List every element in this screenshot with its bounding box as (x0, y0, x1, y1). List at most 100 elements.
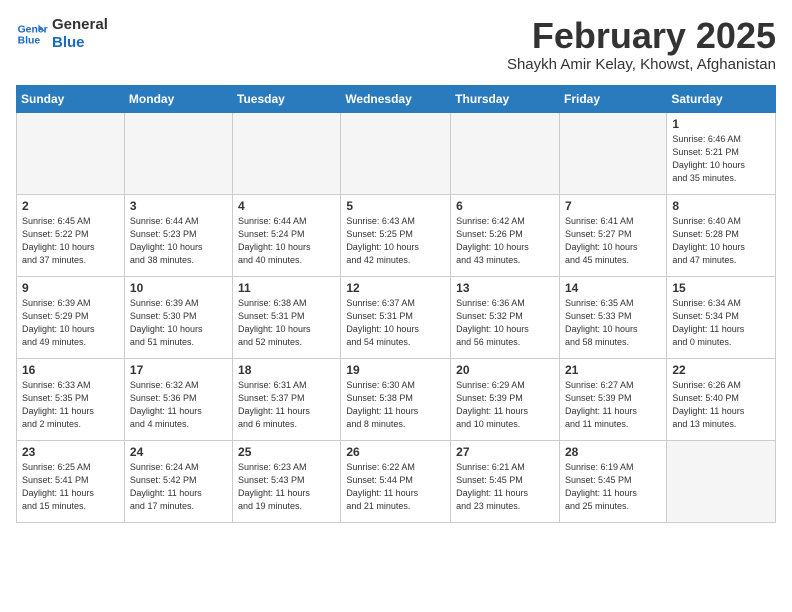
calendar-cell: 23 Sunrise: 6:25 AM Sunset: 5:41 PM Dayli… (17, 440, 125, 522)
calendar-cell: 5 Sunrise: 6:43 AM Sunset: 5:25 PM Daylig… (341, 194, 451, 276)
day-info: Sunrise: 6:35 AM Sunset: 5:33 PM Dayligh… (565, 297, 661, 349)
calendar-cell: 16Sunrise: 6:33 AM Sunset: 5:35 PM Dayli… (17, 358, 125, 440)
calendar-cell: 7Sunrise: 6:41 AM Sunset: 5:27 PM Daylig… (559, 194, 666, 276)
day-number: 17 (130, 363, 227, 377)
day-info: Sunrise: 6:45 AM Sunset: 5:22 PM Dayligh… (22, 215, 119, 267)
day-info: Sunrise: 6:21 AM Sunset: 5:45 PM Dayligh… (456, 461, 554, 513)
day-info: Sunrise: 6:23 AM Sunset: 5:43 PM Dayligh… (238, 461, 335, 513)
day-number: 11 (238, 281, 335, 295)
calendar: SundayMondayTuesdayWednesdayThursdayFrid… (16, 85, 776, 523)
calendar-cell: 1 Sunrise: 6:46 AM Sunset: 5:21 PM Daylig… (667, 112, 776, 194)
day-info: Sunrise: 6:27 AM Sunset: 5:39 PM Dayligh… (565, 379, 661, 431)
calendar-cell: 28 Sunrise: 6:19 AM Sunset: 5:45 PM Dayli… (559, 440, 666, 522)
calendar-cell: 11 Sunrise: 6:38 AM Sunset: 5:31 PM Dayli… (233, 276, 341, 358)
day-info: Sunrise: 6:30 AM Sunset: 5:38 PM Dayligh… (346, 379, 445, 431)
day-info: Sunrise: 6:42 AM Sunset: 5:26 PM Dayligh… (456, 215, 554, 267)
day-number: 24 (130, 445, 227, 459)
calendar-cell: 26 Sunrise: 6:22 AM Sunset: 5:44 PM Dayli… (341, 440, 451, 522)
day-info: Sunrise: 6:44 AM Sunset: 5:24 PM Dayligh… (238, 215, 335, 267)
week-row: 9 Sunrise: 6:39 AM Sunset: 5:29 PM Daylig… (17, 276, 776, 358)
calendar-cell: 12 Sunrise: 6:37 AM Sunset: 5:31 PM Dayli… (341, 276, 451, 358)
day-info: Sunrise: 6:36 AM Sunset: 5:32 PM Dayligh… (456, 297, 554, 349)
day-info: Sunrise: 6:37 AM Sunset: 5:31 PM Dayligh… (346, 297, 445, 349)
day-info: Sunrise: 6:25 AM Sunset: 5:41 PM Dayligh… (22, 461, 119, 513)
day-number: 9 (22, 281, 119, 295)
day-number: 4 (238, 199, 335, 213)
weekday-header-row: SundayMondayTuesdayWednesdayThursdayFrid… (17, 85, 776, 112)
month-title: February 2025 (507, 16, 776, 56)
day-number: 13 (456, 281, 554, 295)
weekday-header: Thursday (451, 85, 560, 112)
day-info: Sunrise: 6:34 AM Sunset: 5:34 PM Dayligh… (672, 297, 770, 349)
day-number: 27 (456, 445, 554, 459)
day-number: 21 (565, 363, 661, 377)
day-info: Sunrise: 6:38 AM Sunset: 5:31 PM Dayligh… (238, 297, 335, 349)
calendar-cell: 8Sunrise: 6:40 AM Sunset: 5:28 PM Daylig… (667, 194, 776, 276)
day-info: Sunrise: 6:32 AM Sunset: 5:36 PM Dayligh… (130, 379, 227, 431)
day-info: Sunrise: 6:43 AM Sunset: 5:25 PM Dayligh… (346, 215, 445, 267)
weekday-header: Wednesday (341, 85, 451, 112)
day-number: 12 (346, 281, 445, 295)
day-number: 19 (346, 363, 445, 377)
day-number: 10 (130, 281, 227, 295)
day-info: Sunrise: 6:44 AM Sunset: 5:23 PM Dayligh… (130, 215, 227, 267)
calendar-cell (667, 440, 776, 522)
weekday-header: Friday (559, 85, 666, 112)
day-number: 15 (672, 281, 770, 295)
day-info: Sunrise: 6:24 AM Sunset: 5:42 PM Dayligh… (130, 461, 227, 513)
day-number: 20 (456, 363, 554, 377)
calendar-cell: 10 Sunrise: 6:39 AM Sunset: 5:30 PM Dayli… (124, 276, 232, 358)
day-info: Sunrise: 6:22 AM Sunset: 5:44 PM Dayligh… (346, 461, 445, 513)
day-number: 6 (456, 199, 554, 213)
day-number: 1 (672, 117, 770, 131)
header: General Blue General Blue February 2025 … (16, 16, 776, 73)
day-number: 25 (238, 445, 335, 459)
day-number: 28 (565, 445, 661, 459)
day-number: 5 (346, 199, 445, 213)
calendar-cell: 3 Sunrise: 6:44 AM Sunset: 5:23 PM Daylig… (124, 194, 232, 276)
weekday-header: Monday (124, 85, 232, 112)
day-number: 3 (130, 199, 227, 213)
calendar-cell: 24 Sunrise: 6:24 AM Sunset: 5:42 PM Dayli… (124, 440, 232, 522)
day-number: 26 (346, 445, 445, 459)
calendar-cell: 25 Sunrise: 6:23 AM Sunset: 5:43 PM Dayli… (233, 440, 341, 522)
calendar-cell (233, 112, 341, 194)
calendar-cell: 18Sunrise: 6:31 AM Sunset: 5:37 PM Dayli… (233, 358, 341, 440)
calendar-cell: 20 Sunrise: 6:29 AM Sunset: 5:39 PM Dayli… (451, 358, 560, 440)
calendar-cell (124, 112, 232, 194)
weekday-header: Tuesday (233, 85, 341, 112)
week-row: 1 Sunrise: 6:46 AM Sunset: 5:21 PM Daylig… (17, 112, 776, 194)
day-info: Sunrise: 6:26 AM Sunset: 5:40 PM Dayligh… (672, 379, 770, 431)
calendar-cell: 27 Sunrise: 6:21 AM Sunset: 5:45 PM Dayli… (451, 440, 560, 522)
day-info: Sunrise: 6:31 AM Sunset: 5:37 PM Dayligh… (238, 379, 335, 431)
day-number: 2 (22, 199, 119, 213)
calendar-cell: 17 Sunrise: 6:32 AM Sunset: 5:36 PM Dayli… (124, 358, 232, 440)
calendar-cell: 2 Sunrise: 6:45 AM Sunset: 5:22 PM Daylig… (17, 194, 125, 276)
day-number: 22 (672, 363, 770, 377)
day-info: Sunrise: 6:41 AM Sunset: 5:27 PM Dayligh… (565, 215, 661, 267)
calendar-cell: 13 Sunrise: 6:36 AM Sunset: 5:32 PM Dayli… (451, 276, 560, 358)
logo: General Blue General Blue (16, 16, 108, 52)
calendar-cell: 22 Sunrise: 6:26 AM Sunset: 5:40 PM Dayli… (667, 358, 776, 440)
calendar-cell: 4 Sunrise: 6:44 AM Sunset: 5:24 PM Daylig… (233, 194, 341, 276)
calendar-cell: 19 Sunrise: 6:30 AM Sunset: 5:38 PM Dayli… (341, 358, 451, 440)
day-number: 23 (22, 445, 119, 459)
weekday-header: Saturday (667, 85, 776, 112)
calendar-cell (17, 112, 125, 194)
title-area: February 2025 Shaykh Amir Kelay, Khowst,… (507, 16, 776, 73)
calendar-cell: 21 Sunrise: 6:27 AM Sunset: 5:39 PM Dayli… (559, 358, 666, 440)
calendar-cell: 6 Sunrise: 6:42 AM Sunset: 5:26 PM Daylig… (451, 194, 560, 276)
week-row: 16Sunrise: 6:33 AM Sunset: 5:35 PM Dayli… (17, 358, 776, 440)
logo-general: General (52, 16, 108, 34)
day-info: Sunrise: 6:39 AM Sunset: 5:30 PM Dayligh… (130, 297, 227, 349)
day-info: Sunrise: 6:29 AM Sunset: 5:39 PM Dayligh… (456, 379, 554, 431)
day-info: Sunrise: 6:19 AM Sunset: 5:45 PM Dayligh… (565, 461, 661, 513)
day-number: 16 (22, 363, 119, 377)
svg-text:Blue: Blue (18, 36, 41, 47)
day-info: Sunrise: 6:39 AM Sunset: 5:29 PM Dayligh… (22, 297, 119, 349)
calendar-cell (451, 112, 560, 194)
day-number: 14 (565, 281, 661, 295)
week-row: 23 Sunrise: 6:25 AM Sunset: 5:41 PM Dayli… (17, 440, 776, 522)
calendar-cell: 15 Sunrise: 6:34 AM Sunset: 5:34 PM Dayli… (667, 276, 776, 358)
day-info: Sunrise: 6:46 AM Sunset: 5:21 PM Dayligh… (672, 133, 770, 185)
